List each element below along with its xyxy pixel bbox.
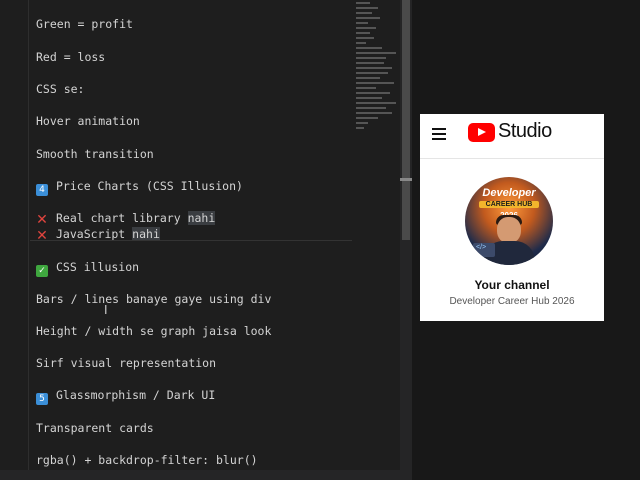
editor-line[interactable]: Sirf visual representation: [36, 354, 216, 372]
editor-line[interactable]: Transparent cards: [36, 419, 154, 437]
channel-title: Your channel: [474, 278, 550, 292]
check-mark-icon: ✓: [36, 265, 48, 277]
keycap-five-icon: 5: [36, 393, 48, 405]
channel-avatar[interactable]: Developer CAREER HUB 2026 </>: [465, 177, 553, 265]
youtube-logo-icon[interactable]: [468, 123, 495, 142]
editor-line[interactable]: Red = loss: [36, 48, 105, 66]
studio-card[interactable]: Studio Developer CAREER HUB 2026 </> You…: [420, 114, 604, 321]
code-icon: </>: [476, 244, 487, 251]
horizontal-scrollbar[interactable]: [0, 470, 412, 480]
menu-icon[interactable]: [432, 128, 446, 140]
editor-line[interactable]: ✓ CSS illusion: [36, 258, 139, 277]
editor-line[interactable]: Height / width se graph jaisa look: [36, 322, 271, 340]
editor-line[interactable]: 5 Glassmorphism / Dark UI: [36, 386, 215, 405]
avatar-title: Developer: [482, 187, 536, 199]
studio-brand: Studio: [498, 120, 552, 142]
channel-name: Developer Career Hub 2026: [449, 296, 575, 307]
avatar-face: [497, 217, 521, 243]
editor-line[interactable]: Bars / lines banaye gaye using div: [36, 290, 271, 308]
editor-line[interactable]: rgba() + backdrop-filter: blur(): [36, 451, 258, 469]
scroll-thumb[interactable]: [402, 0, 410, 240]
vertical-scrollbar[interactable]: [400, 0, 412, 480]
avatar-subtitle: CAREER HUB: [479, 201, 539, 208]
studio-header: Studio: [420, 114, 604, 159]
minimap[interactable]: [356, 0, 400, 140]
current-line-indicator: [30, 240, 352, 241]
scroll-position-marker: [400, 178, 412, 181]
editor-line[interactable]: CSS se:: [36, 80, 84, 98]
editor-line[interactable]: Smooth transition: [36, 145, 154, 163]
code-editor[interactable]: Green = profit Red = loss CSS se: Hover …: [0, 0, 412, 480]
keycap-four-icon: 4: [36, 184, 48, 196]
editor-line[interactable]: Green = profit: [36, 15, 133, 33]
editor-line[interactable]: Hover animation: [36, 112, 140, 130]
gutter-divider: [28, 0, 29, 480]
highlighted-word: nahi: [187, 211, 216, 225]
editor-line[interactable]: 4 Price Charts (CSS Illusion): [36, 177, 243, 196]
text-cursor-icon: I: [104, 303, 108, 317]
highlighted-word: nahi: [132, 227, 160, 241]
